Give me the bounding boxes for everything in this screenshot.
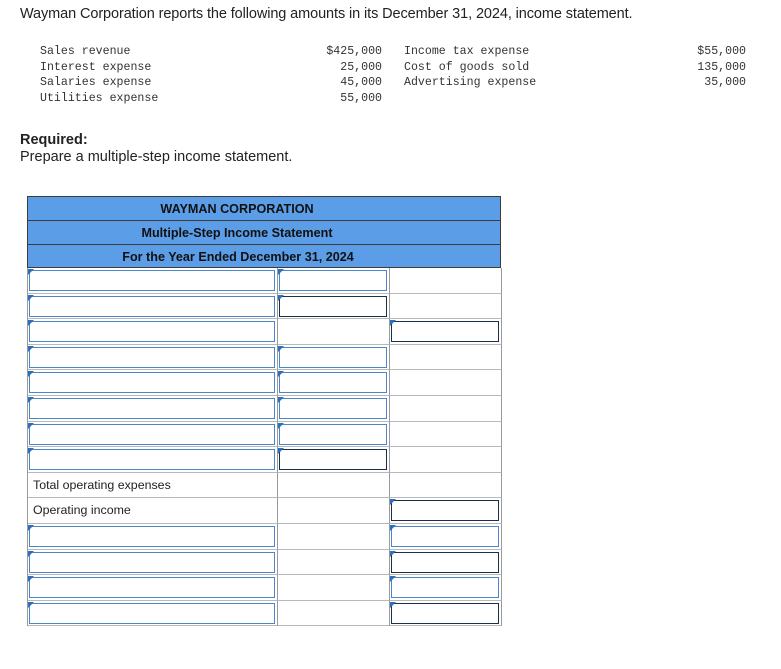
line-total-input[interactable]: [390, 320, 499, 343]
amounts-right-values: $55,000 135,000 35,000: [660, 44, 746, 91]
line-amount-input[interactable]: [278, 345, 387, 368]
table-row-total-operating-expenses: Total operating expenses: [28, 472, 502, 499]
line-amount-input[interactable]: [278, 396, 387, 419]
required-text: Prepare a multiple-step income statement…: [20, 149, 293, 165]
required-section: Required: Prepare a multiple-step income…: [20, 132, 292, 165]
line-amount-input[interactable]: [278, 448, 387, 471]
line-label-input[interactable]: [28, 576, 275, 599]
table-row: [28, 575, 502, 601]
line-total-input[interactable]: [390, 601, 499, 624]
statement-period-header: For the Year Ended December 31, 2024: [27, 244, 501, 268]
amount-value: $55,000: [697, 45, 746, 58]
amount-value: $425,000: [326, 45, 382, 58]
amount-label: Interest expense: [40, 60, 152, 74]
line-label-input[interactable]: [28, 422, 275, 445]
line-total-input[interactable]: [390, 550, 499, 573]
table-row-operating-income: Operating income: [28, 498, 502, 524]
line-label-input[interactable]: [28, 269, 275, 291]
amount-value: 45,000: [340, 76, 382, 89]
operating-income-input[interactable]: [390, 499, 499, 522]
line-amount-input[interactable]: [278, 294, 387, 317]
amount-label: Sales revenue: [40, 45, 131, 58]
amount-label: Utilities expense: [40, 91, 159, 105]
amounts-right-labels: Income tax expense Cost of goods sold Ad…: [404, 44, 536, 91]
amount-value: 25,000: [340, 60, 382, 74]
table-row: [28, 268, 502, 294]
amount-value: 135,000: [697, 60, 746, 74]
amount-label: Advertising expense: [404, 76, 537, 89]
income-statement: WAYMAN CORPORATION Multiple-Step Income …: [27, 196, 502, 627]
statement-title: Multiple-Step Income Statement: [141, 226, 333, 240]
line-label-input[interactable]: [28, 345, 275, 368]
line-total-input[interactable]: [390, 524, 499, 547]
table-row: [28, 421, 502, 448]
required-heading: Required:: [20, 132, 88, 148]
statement-period: For the Year Ended December 31, 2024: [122, 250, 354, 264]
amount-label: Cost of goods sold: [404, 60, 530, 74]
amount-value: 35,000: [704, 76, 746, 89]
total-operating-expenses-label: Total operating expenses: [33, 477, 171, 492]
amount-value: 55,000: [340, 91, 382, 105]
table-row: [28, 447, 502, 473]
amounts-table: Sales revenue Interest expense Salaries …: [0, 44, 781, 114]
table-row: [28, 523, 502, 550]
statement-grid: Total operating expenses Operating incom…: [27, 268, 502, 627]
line-amount-input[interactable]: [278, 422, 387, 445]
line-label-input[interactable]: [28, 294, 275, 317]
amounts-left-values: $425,000 25,000 45,000 55,000: [300, 44, 382, 106]
line-total-input[interactable]: [390, 576, 499, 599]
line-label-input[interactable]: [28, 371, 275, 394]
company-name: WAYMAN CORPORATION: [160, 202, 314, 216]
table-row: [28, 600, 502, 627]
table-row: [28, 319, 502, 345]
line-label-input[interactable]: [28, 550, 275, 573]
table-row: [28, 370, 502, 396]
operating-income-label: Operating income: [33, 503, 131, 518]
line-label-input[interactable]: [28, 320, 275, 343]
statement-company-header: WAYMAN CORPORATION: [27, 196, 501, 220]
line-label-input[interactable]: [28, 601, 275, 624]
amount-label: Salaries expense: [40, 76, 152, 89]
table-row: [28, 549, 502, 576]
problem-intro: Wayman Corporation reports the following…: [20, 6, 633, 22]
amount-label: Income tax expense: [404, 45, 530, 58]
statement-title-header: Multiple-Step Income Statement: [27, 220, 501, 244]
amounts-left-labels: Sales revenue Interest expense Salaries …: [40, 44, 158, 106]
table-row: [28, 395, 502, 422]
line-amount-input[interactable]: [278, 371, 387, 394]
table-row: [28, 293, 502, 320]
line-label-input[interactable]: [28, 524, 275, 547]
line-label-input[interactable]: [28, 448, 275, 471]
table-row: [28, 344, 502, 371]
line-amount-input[interactable]: [278, 269, 387, 291]
line-label-input[interactable]: [28, 396, 275, 419]
